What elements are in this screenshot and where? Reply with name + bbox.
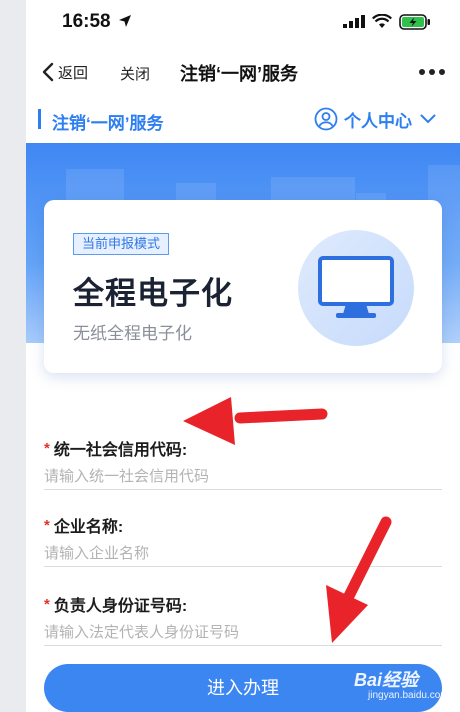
id-number-label: * 负责人身份证号码:: [44, 592, 442, 616]
more-dots-icon[interactable]: [419, 69, 445, 75]
monitor-illustration: [298, 230, 414, 346]
watermark-url: jingyan.baidu.com: [368, 690, 449, 701]
credit-code-label-text: 统一社会信用代码:: [53, 442, 188, 459]
location-arrow-icon: [119, 15, 131, 27]
baidu-watermark: Bai经验 jingyan.baidu.com: [348, 664, 458, 708]
monitor-icon: [318, 256, 394, 318]
close-button[interactable]: 关闭: [120, 63, 150, 84]
id-number-input[interactable]: [44, 624, 442, 646]
app-screen: 16:58 返回 关闭 注销‘一网’服务 注销‘一网’服务 个人中心 当前申报模…: [26, 0, 460, 712]
status-time: 16:58: [62, 11, 111, 32]
chevron-down-icon: [420, 114, 436, 124]
company-name-input[interactable]: [44, 545, 442, 567]
wifi-icon: [372, 14, 392, 28]
personal-center-label: 个人中心: [344, 111, 412, 131]
company-name-label: * 企业名称:: [44, 513, 442, 537]
mode-title: 全程电子化: [73, 276, 233, 311]
header-accent-bar: [38, 109, 41, 129]
id-number-field: * 负责人身份证号码:: [44, 592, 442, 646]
watermark-logo: Bai经验: [354, 670, 419, 690]
mode-subtitle: 无纸全程电子化: [73, 324, 192, 343]
user-circle-icon: [314, 107, 338, 131]
credit-code-field: * 统一社会信用代码:: [44, 436, 442, 490]
declaration-mode-card[interactable]: 当前申报模式 全程电子化 无纸全程电子化: [44, 200, 442, 373]
battery-charging-icon: [399, 14, 430, 30]
required-mark: *: [44, 595, 50, 613]
back-label: 返回: [58, 64, 89, 82]
company-name-label-text: 企业名称:: [53, 519, 124, 536]
nav-bar: 返回 关闭 注销‘一网’服务: [26, 50, 460, 94]
personal-center-button[interactable]: 个人中心: [314, 106, 436, 132]
back-button[interactable]: 返回: [42, 60, 88, 84]
id-number-label-text: 负责人身份证号码:: [53, 598, 188, 615]
credit-code-input[interactable]: [44, 468, 442, 490]
credit-code-label: * 统一社会信用代码:: [44, 436, 442, 460]
back-chevron-icon: [42, 62, 54, 82]
required-mark: *: [44, 439, 50, 457]
page-header: 注销‘一网’服务 个人中心: [26, 100, 460, 142]
status-bar: 16:58: [26, 0, 460, 44]
required-mark: *: [44, 516, 50, 534]
signal-icon: [343, 15, 365, 28]
page-title: 注销‘一网’服务: [52, 114, 164, 133]
nav-title: 注销‘一网’服务: [180, 64, 299, 84]
mode-tag: 当前申报模式: [73, 233, 170, 255]
company-name-field: * 企业名称:: [44, 513, 442, 567]
